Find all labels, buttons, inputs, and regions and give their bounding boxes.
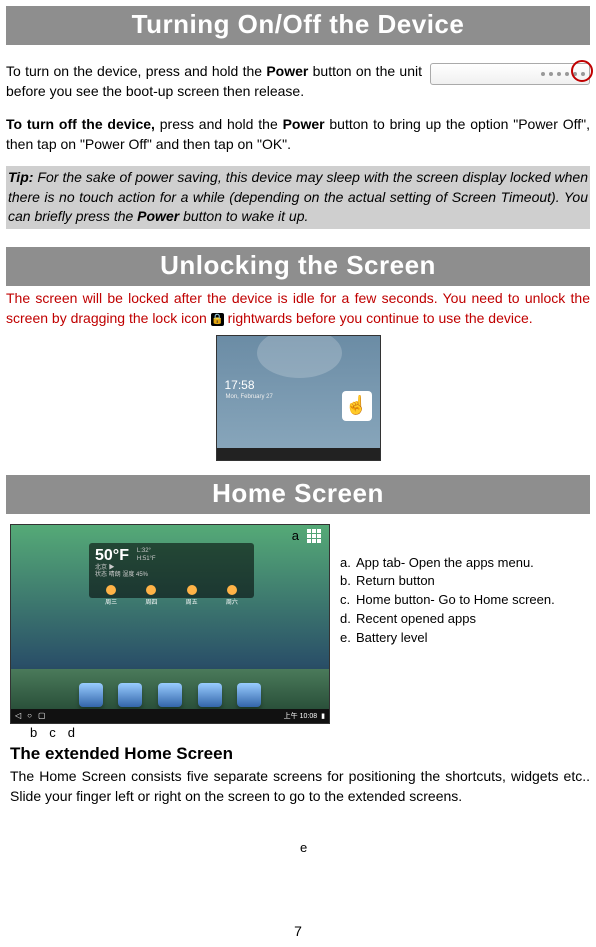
apps-tab-icon [307, 529, 321, 543]
callout-b: b [30, 725, 37, 740]
paragraph-turn-on: To turn on the device, press and hold th… [6, 61, 590, 114]
legend-c: c.Home button- Go to Home screen. [340, 591, 580, 610]
text: press and hold the [155, 116, 283, 132]
legend: a.App tab- Open the apps menu. b.Return … [340, 524, 580, 648]
power-bold: Power [266, 63, 308, 79]
legend-e: e.Battery level [340, 629, 580, 648]
power-bold: Power [137, 208, 179, 224]
section-header-home: Home Screen [6, 475, 590, 514]
power-bold: Power [283, 116, 325, 132]
battery-icon: ▮ [321, 712, 325, 720]
home-icon: ○ [27, 711, 32, 720]
lock-icon: 🔒 [211, 313, 224, 326]
text: button to wake it up. [179, 208, 308, 224]
sub-heading-extended: The extended Home Screen [10, 744, 590, 764]
dock-icon [118, 683, 142, 707]
recent-icon: ▢ [38, 711, 46, 720]
section-header-turning: Turning On/Off the Device [6, 6, 590, 45]
lockscreen-illustration: 17:58 Mon, February 27 [216, 335, 381, 461]
text: To turn on the device, press and hold th… [6, 63, 266, 79]
homescreen-wrap: 50°F L:32°H:51°F 北京 ▶ 状态 晴朗 湿度 45% 周三 周四… [10, 524, 330, 740]
device-top-bar-illustration [430, 63, 590, 85]
section-header-unlocking: Unlocking the Screen [6, 247, 590, 286]
page-number: 7 [0, 923, 596, 939]
legend-b: b.Return button [340, 572, 580, 591]
legend-d: d.Recent opened apps [340, 610, 580, 629]
status-bar: ◁ ○ ▢ 上午 10:08 ▮ [11, 709, 329, 723]
dock-icon [158, 683, 182, 707]
callout-a: a [292, 528, 299, 543]
dock-icon [237, 683, 261, 707]
unlocking-instruction: The screen will be locked after the devi… [6, 288, 590, 329]
turn-off-bold: To turn off the device, [6, 116, 155, 132]
weather-info: 状态 晴朗 湿度 45% [95, 572, 248, 579]
lockscreen-time: 17:58 [225, 378, 255, 392]
legend-a: a.App tab- Open the apps menu. [340, 554, 580, 573]
weather-loc: 北京 ▶ [95, 565, 248, 572]
tip-label: Tip: [8, 169, 33, 185]
swipe-hand-icon [342, 391, 372, 421]
power-button-highlight [571, 60, 593, 82]
dock-icon [198, 683, 222, 707]
status-time: 上午 10:08 [284, 711, 317, 721]
callout-d: d [68, 725, 75, 740]
back-icon: ◁ [15, 711, 21, 720]
homescreen-illustration: 50°F L:32°H:51°F 北京 ▶ 状态 晴朗 湿度 45% 周三 周四… [10, 524, 330, 724]
lockscreen-date: Mon, February 27 [226, 394, 273, 400]
paragraph-turn-off: To turn off the device, press and hold t… [6, 114, 590, 155]
weather-widget: 50°F L:32°H:51°F 北京 ▶ 状态 晴朗 湿度 45% 周三 周四… [89, 543, 254, 598]
callout-e: e [300, 840, 307, 855]
extended-text: The Home Screen consists five separate s… [10, 766, 590, 807]
callout-c: c [49, 725, 56, 740]
tip-box: Tip: For the sake of power saving, this … [6, 166, 590, 229]
text: rightwards before you continue to use th… [224, 310, 533, 326]
dock-icon [79, 683, 103, 707]
dock [71, 677, 269, 707]
weather-temp: 50°F [95, 547, 129, 565]
